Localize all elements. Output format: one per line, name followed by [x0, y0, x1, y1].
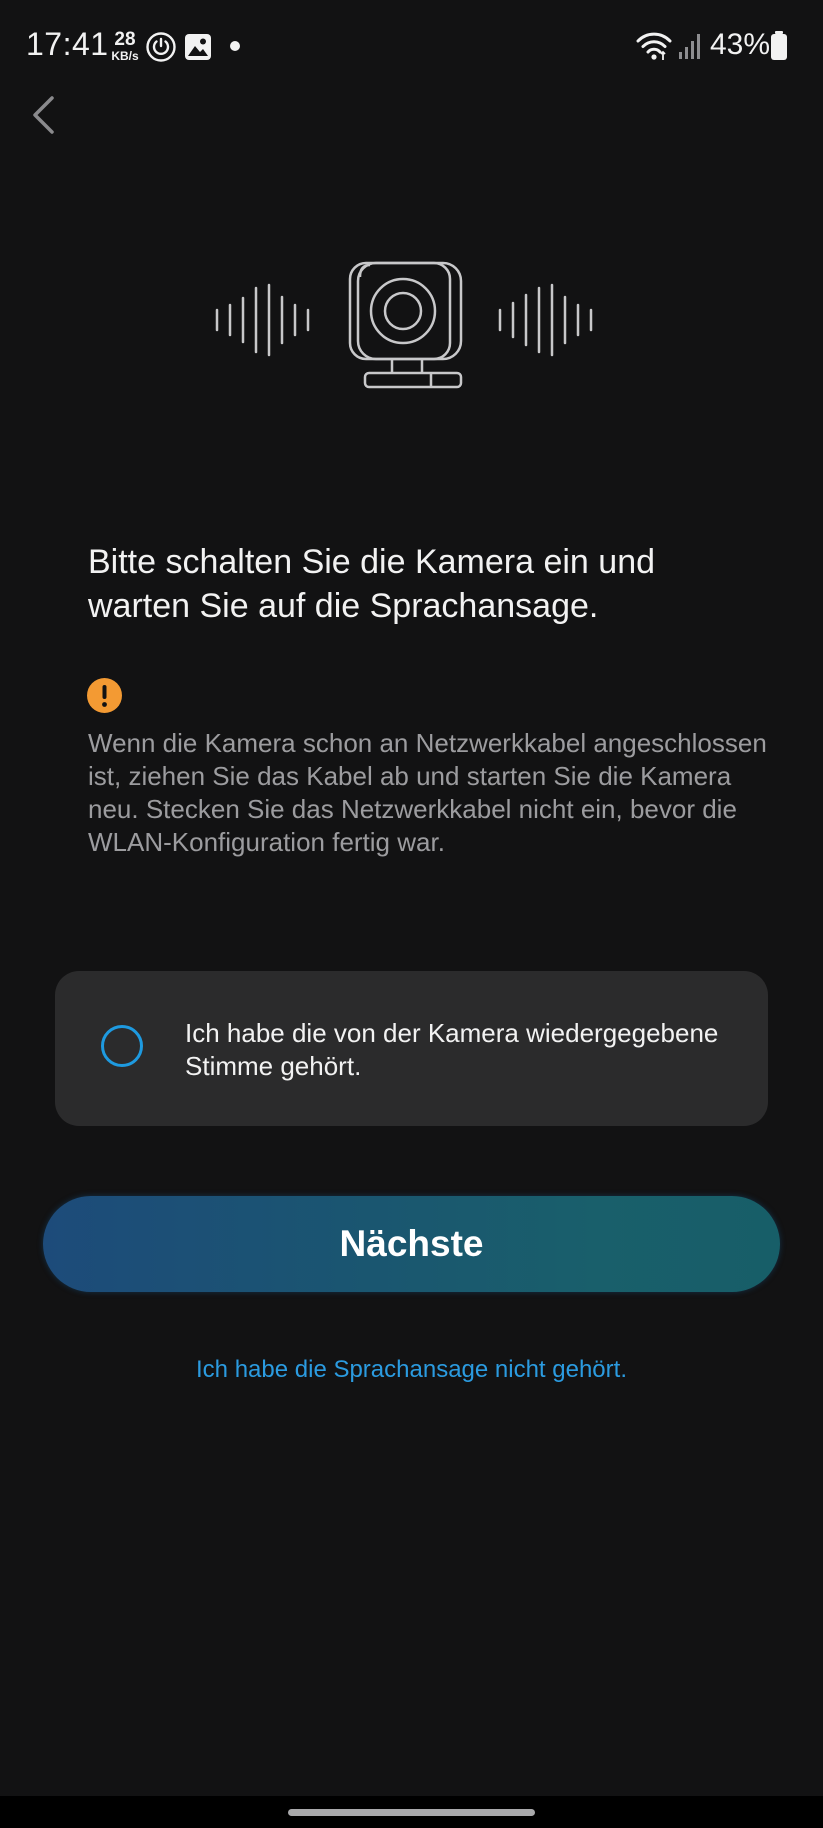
- battery-icon: [771, 31, 787, 60]
- voice-heard-radio[interactable]: [101, 1025, 143, 1067]
- next-button[interactable]: Nächste: [43, 1196, 780, 1292]
- net-speed-unit: KB/s: [111, 49, 139, 63]
- navigation-bar: [0, 1796, 823, 1828]
- home-indicator[interactable]: [288, 1809, 535, 1816]
- data-saver-icon: [146, 32, 176, 62]
- back-button[interactable]: [26, 88, 66, 142]
- camera-sound-illustration: [210, 255, 610, 395]
- wifi-icon: [636, 32, 672, 60]
- notification-dot-icon: [230, 41, 240, 51]
- signal-icon: [679, 34, 700, 59]
- voice-heard-option[interactable]: Ich habe die von der Kamera wiedergegebe…: [55, 971, 768, 1126]
- voice-heard-label: Ich habe die von der Kamera wiedergegebe…: [185, 1018, 719, 1081]
- warning-icon: [87, 678, 122, 713]
- not-heard-link[interactable]: Ich habe die Sprachansage nicht gehört.: [0, 1356, 823, 1384]
- status-time: 17:41: [26, 26, 109, 62]
- chevron-left-icon: [33, 96, 54, 134]
- battery-percent: 43%: [710, 28, 771, 61]
- net-speed-indicator: 28 KB/s: [108, 30, 142, 62]
- gallery-icon: [185, 34, 211, 60]
- net-speed-value: 28: [114, 29, 136, 50]
- page-title: Bitte schalten Sie die Kamera ein und wa…: [88, 543, 656, 625]
- notice-text: Wenn die Kamera schon an Netzwerkkabel a…: [88, 728, 767, 857]
- status-bar: 17:41 28 KB/s 43%: [0, 0, 823, 92]
- camera-sound-icon: [215, 261, 593, 389]
